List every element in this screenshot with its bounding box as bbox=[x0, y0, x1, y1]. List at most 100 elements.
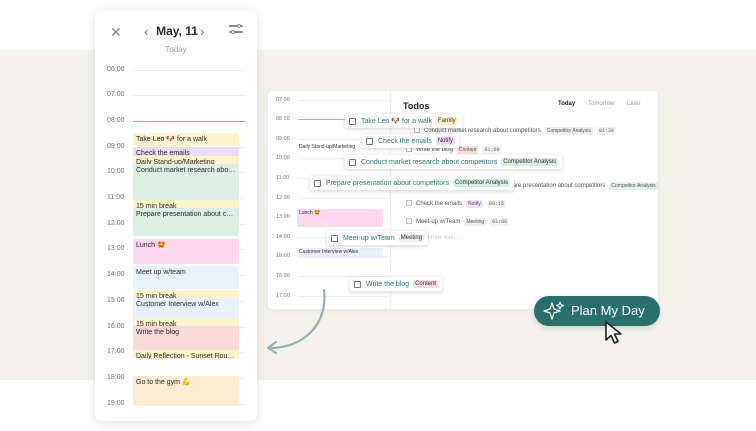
hour-label: 11:00 bbox=[276, 175, 290, 181]
tab-later[interactable]: Later bbox=[627, 101, 641, 107]
current-date: May, 11 bbox=[156, 24, 198, 38]
hour-label: 07:00 bbox=[107, 91, 125, 98]
task-chip[interactable]: Prepare presentation about competitors Co… bbox=[310, 176, 514, 190]
task-label: Write the blog bbox=[366, 280, 410, 288]
task-label: Prepare presentation about competitors bbox=[326, 179, 449, 187]
tab-tomorrow[interactable]: Tomorrow bbox=[588, 101, 614, 107]
plan-my-day-button[interactable]: Plan My Day bbox=[534, 296, 660, 326]
promo-stage: ✕ ‹ May, 11 › Today 06:00 07:00 08:00 09:00… bbox=[0, 0, 756, 431]
hour-label: 10:00 bbox=[276, 155, 290, 161]
calendar-event[interactable]: Daily Stand-up/Marketing bbox=[133, 156, 239, 164]
hour-label: 17:00 bbox=[107, 348, 125, 355]
task-label: Meet-up w/Team bbox=[343, 234, 395, 242]
task-checkbox[interactable] bbox=[349, 158, 356, 166]
date-subtitle: Today bbox=[165, 45, 187, 54]
hour-label: 09:00 bbox=[107, 143, 125, 150]
task-tag: Family bbox=[435, 117, 458, 125]
calendar-event[interactable]: Customer Interview w/Alex bbox=[297, 248, 383, 258]
task-chip[interactable]: Conduct market research about competitor… bbox=[345, 155, 563, 169]
hour-label: 13:00 bbox=[107, 245, 125, 252]
task-label: Take Leo 🐶 for a walk bbox=[361, 118, 432, 125]
task-chip[interactable]: Meet-up w/Team Meeting bbox=[327, 231, 429, 245]
todo-row[interactable]: Prepare presentation about competitors Co… bbox=[490, 182, 658, 190]
todo-tag: Competitor Analysis bbox=[544, 127, 593, 135]
task-tag: Notify bbox=[435, 137, 456, 145]
task-checkbox[interactable] bbox=[349, 117, 356, 125]
task-checkbox[interactable] bbox=[314, 179, 321, 187]
task-tag: Meeting bbox=[398, 234, 425, 242]
task-chip[interactable]: Write the blog Content bbox=[350, 277, 443, 291]
todo-tag: Notify bbox=[466, 200, 483, 208]
calendar-event[interactable]: Go to the gym 💪 bbox=[133, 376, 239, 406]
hour-label: 16:00 bbox=[107, 323, 125, 330]
calendar-event[interactable]: Conduct market research about co... bbox=[133, 164, 239, 200]
calendar-event[interactable]: 15 min break bbox=[133, 200, 239, 208]
todo-duration: 01:30 bbox=[596, 127, 616, 135]
hour-label: 11:00 bbox=[107, 194, 124, 201]
task-chip[interactable]: Check the emails Notify bbox=[362, 134, 460, 148]
todo-duration: 01:00 bbox=[482, 146, 502, 154]
task-tag: Competitor Analysis bbox=[501, 158, 559, 166]
todo-checkbox[interactable] bbox=[406, 218, 412, 224]
close-icon[interactable]: ✕ bbox=[110, 24, 122, 41]
calendar-event[interactable]: Lunch 🤩 bbox=[297, 209, 383, 227]
task-label: Check the emails bbox=[378, 137, 432, 145]
todos-title: Todos bbox=[403, 101, 430, 111]
todo-duration: 01:00 bbox=[490, 218, 510, 226]
hour-label: 18:00 bbox=[107, 374, 125, 381]
task-checkbox[interactable] bbox=[366, 137, 373, 145]
chevron-left-icon[interactable]: ‹ bbox=[144, 24, 148, 39]
todo-row[interactable]: Check the emails Notify 00:15 bbox=[406, 200, 506, 208]
filter-icon[interactable] bbox=[229, 23, 243, 35]
hour-label: 15:00 bbox=[276, 253, 290, 259]
day-planner-panel: ✕ ‹ May, 11 › Today 06:00 07:00 08:00 09:00… bbox=[95, 10, 257, 421]
plan-my-day-label: Plan My Day bbox=[571, 303, 645, 318]
calendar-event[interactable]: Prepare presentation about compe... bbox=[133, 208, 239, 236]
curved-arrow-icon bbox=[266, 288, 326, 355]
hour-label: 07:00 bbox=[276, 97, 290, 103]
hour-label: 16:00 bbox=[276, 273, 290, 279]
task-checkbox[interactable] bbox=[331, 234, 338, 242]
hour-label: 10:00 bbox=[107, 168, 125, 175]
task-checkbox[interactable] bbox=[354, 280, 361, 288]
hour-label: 14:00 bbox=[107, 271, 125, 278]
task-tag: Competitor Analysis bbox=[452, 179, 510, 187]
calendar-event[interactable]: Daily Reflection - Sunset Routine 🌞 bbox=[133, 350, 239, 359]
planner-app-window: 07:00 08:00 09:00 10:00 11:00 12:00 13:00 14:00… bbox=[268, 91, 658, 309]
hour-label: 08:00 bbox=[107, 117, 125, 124]
hour-label: 13:00 bbox=[276, 214, 290, 220]
todo-text: Check the emails bbox=[416, 201, 463, 207]
pointer-cursor-icon bbox=[605, 321, 622, 344]
hour-label: 12:00 bbox=[276, 195, 290, 201]
todo-checkbox[interactable] bbox=[406, 200, 412, 206]
calendar-event[interactable]: Take Leo 🐶 for a walk bbox=[133, 133, 239, 146]
calendar-event[interactable]: Write the blog bbox=[133, 326, 239, 350]
todo-tag: Competitor Analysis bbox=[609, 182, 658, 190]
chevron-right-icon[interactable]: › bbox=[200, 24, 204, 39]
hour-gridline bbox=[298, 100, 390, 101]
calendar-event[interactable]: Check the emails bbox=[133, 147, 239, 156]
calendar-event[interactable]: Customer Interview w/Alex bbox=[133, 298, 239, 318]
task-label: Conduct market research about competitor… bbox=[361, 158, 498, 166]
todo-text: Prepare presentation about competitors bbox=[500, 183, 606, 189]
todo-tag: Content bbox=[456, 146, 479, 154]
current-time-line bbox=[133, 121, 245, 122]
todo-text: Meet-up w/Team bbox=[416, 219, 461, 225]
todo-duration: 00:15 bbox=[486, 200, 506, 208]
calendar-event[interactable]: Meet up w/team bbox=[133, 266, 239, 289]
tab-today[interactable]: Today bbox=[558, 101, 575, 107]
hour-label: 15:00 bbox=[107, 297, 125, 304]
hour-gridline bbox=[133, 70, 245, 71]
hour-label: 08:00 bbox=[276, 116, 290, 122]
hour-label: 12:00 bbox=[107, 220, 125, 227]
hour-gridline bbox=[298, 198, 390, 199]
calendar-event[interactable]: 15 min break bbox=[133, 290, 239, 298]
todo-tag: Meeting bbox=[464, 218, 487, 226]
add-todo-input[interactable]: d new todo... bbox=[426, 235, 460, 241]
calendar-event[interactable]: Lunch 🤩 bbox=[133, 239, 239, 264]
todo-row[interactable]: Meet-up w/Team Meeting 01:00 bbox=[406, 218, 510, 226]
hour-gridline bbox=[133, 95, 245, 96]
task-chip[interactable]: Take Leo 🐶 for a walk Family bbox=[345, 114, 462, 128]
calendar-event[interactable]: 15 min break bbox=[133, 318, 239, 326]
day-header: ✕ ‹ May, 11 › Today bbox=[95, 10, 257, 60]
